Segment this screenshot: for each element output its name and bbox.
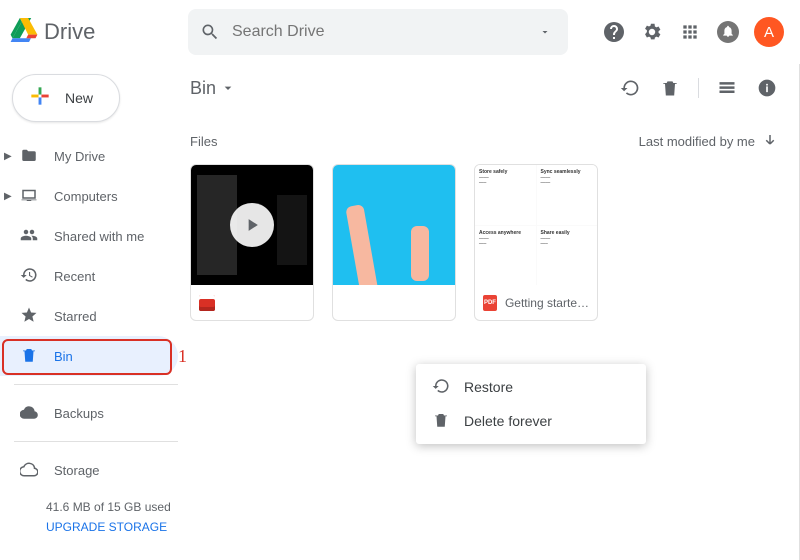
settings-icon[interactable] xyxy=(640,20,664,44)
section-header: Files Last modified by me xyxy=(190,132,779,150)
cloud-icon xyxy=(20,460,38,481)
sidebar-item-label: Bin xyxy=(54,349,73,364)
recent-icon xyxy=(20,266,38,287)
my-drive-icon xyxy=(20,146,38,167)
file-footer xyxy=(191,285,313,320)
search-dropdown-icon[interactable] xyxy=(532,26,558,38)
nav-divider xyxy=(14,441,178,442)
storage-block: 41.6 MB of 15 GB used UPGRADE STORAGE xyxy=(0,490,178,534)
sidebar-item-label: Computers xyxy=(54,189,118,204)
sidebar-item-recent[interactable]: Recent xyxy=(0,256,178,296)
context-restore[interactable]: Restore xyxy=(416,370,646,404)
main-content: Bin Files Last modified by me xyxy=(178,64,800,560)
file-thumbnail xyxy=(333,165,455,285)
search-bar[interactable] xyxy=(188,9,568,55)
sort-button[interactable]: Last modified by me xyxy=(639,132,779,150)
file-card[interactable] xyxy=(190,164,314,321)
account-avatar[interactable]: A xyxy=(754,17,784,47)
file-card[interactable]: Store safely━━━━━━━ Sync seamlessly━━━━━… xyxy=(474,164,598,321)
separator xyxy=(698,78,699,98)
body: New ▶ My Drive ▶ Computers Shared with m… xyxy=(0,64,800,560)
file-name: Getting starte… xyxy=(505,296,589,310)
title-bar: Bin xyxy=(190,68,779,108)
notifications-icon[interactable] xyxy=(716,20,740,44)
view-list-icon[interactable] xyxy=(715,76,739,100)
pdf-file-icon: PDF xyxy=(483,295,497,311)
video-file-icon xyxy=(199,295,215,311)
nav-divider xyxy=(14,384,178,385)
expand-arrow-icon: ▶ xyxy=(4,191,12,202)
sidebar-nav: ▶ My Drive ▶ Computers Shared with me Re… xyxy=(0,136,178,534)
restore-action-icon[interactable] xyxy=(618,76,642,100)
header-icons: A xyxy=(602,17,784,47)
sidebar-item-starred[interactable]: Starred xyxy=(0,296,178,336)
sidebar-item-label: Backups xyxy=(54,406,104,421)
context-menu-label: Delete forever xyxy=(464,413,552,429)
new-button-label: New xyxy=(65,90,93,106)
apps-icon[interactable] xyxy=(678,20,702,44)
upgrade-storage-link[interactable]: UPGRADE STORAGE xyxy=(46,520,178,534)
sidebar-item-computers[interactable]: ▶ Computers xyxy=(0,176,178,216)
sidebar-item-label: Starred xyxy=(54,309,97,324)
arrow-down-icon xyxy=(761,132,779,150)
sidebar-item-label: Shared with me xyxy=(54,229,144,244)
computers-icon xyxy=(20,186,38,207)
sidebar: New ▶ My Drive ▶ Computers Shared with m… xyxy=(0,64,178,560)
backups-icon xyxy=(20,403,38,424)
sidebar-item-label: Storage xyxy=(54,463,100,478)
delete-action-icon[interactable] xyxy=(658,76,682,100)
sort-label: Last modified by me xyxy=(639,134,755,149)
files-grid: Store safely━━━━━━━ Sync seamlessly━━━━━… xyxy=(190,164,779,321)
file-thumbnail xyxy=(191,165,313,285)
sidebar-item-label: My Drive xyxy=(54,149,105,164)
drive-logo-icon xyxy=(10,18,38,47)
star-icon xyxy=(20,306,38,327)
sidebar-item-shared[interactable]: Shared with me xyxy=(0,216,178,256)
plus-icon xyxy=(27,83,53,114)
context-menu: Restore Delete forever xyxy=(416,364,646,444)
sidebar-item-backups[interactable]: Backups xyxy=(0,393,178,433)
context-delete-forever[interactable]: Delete forever xyxy=(416,404,646,438)
storage-usage: 41.6 MB of 15 GB used xyxy=(46,500,178,514)
help-icon[interactable] xyxy=(602,20,626,44)
bin-icon xyxy=(20,346,38,367)
expand-arrow-icon: ▶ xyxy=(4,151,12,162)
breadcrumb-label: Bin xyxy=(190,78,216,99)
file-thumbnail: Store safely━━━━━━━ Sync seamlessly━━━━━… xyxy=(475,165,597,285)
chevron-down-icon xyxy=(220,80,236,96)
restore-icon xyxy=(432,377,450,398)
search-icon[interactable] xyxy=(198,20,222,44)
sidebar-item-label: Recent xyxy=(54,269,95,284)
search-input[interactable] xyxy=(232,23,522,41)
logo-area: Drive xyxy=(10,18,188,47)
files-label: Files xyxy=(190,134,217,149)
app-name: Drive xyxy=(44,19,95,45)
file-card[interactable] xyxy=(332,164,456,321)
play-icon xyxy=(230,203,274,247)
breadcrumb[interactable]: Bin xyxy=(190,78,236,99)
new-button[interactable]: New xyxy=(12,74,120,122)
sidebar-item-bin[interactable]: Bin xyxy=(0,336,178,376)
trash-icon xyxy=(432,411,450,432)
sidebar-item-storage[interactable]: Storage xyxy=(0,450,178,490)
file-footer: PDF Getting starte… xyxy=(475,285,597,320)
header: Drive A xyxy=(0,0,800,64)
sidebar-item-my-drive[interactable]: ▶ My Drive xyxy=(0,136,178,176)
shared-icon xyxy=(20,226,38,247)
file-footer xyxy=(333,285,455,320)
info-icon[interactable] xyxy=(755,76,779,100)
context-menu-label: Restore xyxy=(464,379,513,395)
title-bar-actions xyxy=(618,76,779,100)
